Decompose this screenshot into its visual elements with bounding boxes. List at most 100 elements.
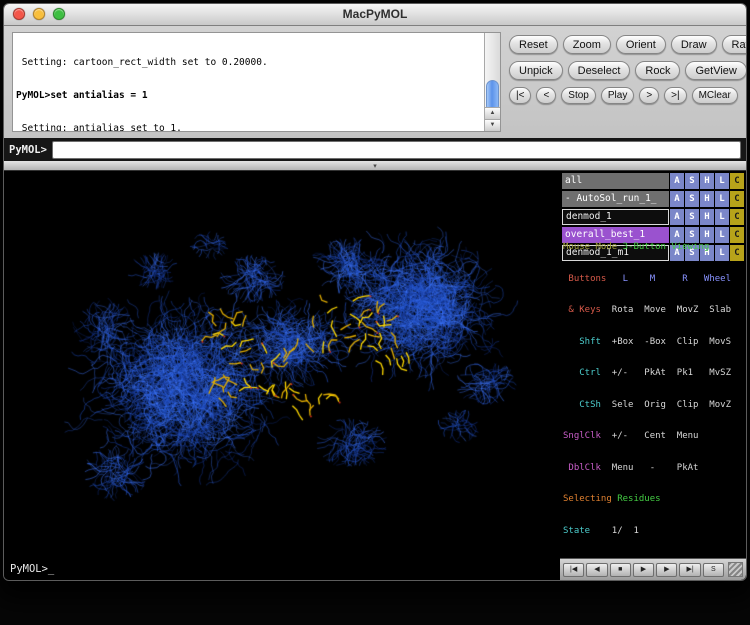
macpymol-window: MacPyMOL Setting: cartoon_rect_width set… [3,3,747,581]
minimize-button[interactable] [33,8,45,20]
mouse-ctsh-line: CtSh Sele Orig Clip MovZ [563,400,745,411]
console-line: PyMOL>set antialias = 1 [16,90,481,101]
desktop-background: { "window": { "title": "MacPyMOL" }, "co… [0,0,750,625]
mouse-panel-text: & Keys [563,305,606,315]
mouse-panel-text: Shft [563,337,606,347]
step-back-button[interactable]: < [536,87,556,104]
reset-button[interactable]: Reset [509,35,558,54]
movie-stop-button[interactable]: ■ [610,563,631,577]
end-button[interactable]: >| [664,87,686,104]
zoom-button[interactable]: Zoom [563,35,611,54]
main-area: all A S H L C - AutoSol_run_1_ A S H L C… [4,171,746,558]
object-row: all A S H L C [562,173,744,189]
mouse-shift-line: Shft +Box -Box Clip MovS [563,337,745,348]
mouse-panel-text: +Box -Box Clip MovS [606,337,731,347]
rock-button[interactable]: Rock [635,61,680,80]
console-text: Setting: cartoon_rect_width set to 0.200… [13,33,484,131]
command-row: PyMOL> [4,138,746,161]
selecting-mode-line[interactable]: Selecting Residues [563,494,745,505]
close-button[interactable] [13,8,25,20]
object-name-autosol-run[interactable]: - AutoSol_run_1_ [562,191,669,207]
show-button[interactable]: S [685,191,699,207]
zoom-window-button[interactable] [53,8,65,20]
command-input[interactable] [52,141,741,159]
movie-play-button[interactable]: ▶ [633,563,654,577]
movie-end-button[interactable]: ▶| [679,563,700,577]
toolbar-row-1: Reset Zoom Orient Draw Ray [509,35,741,54]
movie-back-button[interactable]: ◀ [586,563,607,577]
object-row: - AutoSol_run_1_ A S H L C [562,191,744,207]
viewport-prompt: PyMOL>_ [4,558,560,580]
console-line: Setting: antialias set to 1. [16,123,481,131]
mouse-mode-line[interactable]: Mouse Mode 3-Button Viewing [563,242,745,253]
mouse-panel-text: +/- PkAt Pk1 MvSZ [606,368,731,378]
molecule-canvas[interactable] [4,171,560,559]
deselect-button[interactable]: Deselect [568,61,631,80]
mouse-panel-text: Ctrl [563,368,606,378]
bottom-bar: PyMOL>_ |◀ ◀ ■ ▶ ▶ ▶| S [4,558,746,580]
splitter-handle-icon: ▾ [373,163,377,170]
mouse-panel-text: Rota Move MovZ Slab [606,305,731,315]
mouse-panel-text: State [563,526,596,536]
console-scrollbar[interactable]: ▲ ▼ [484,33,500,131]
movie-forward-button[interactable]: ▶ [656,563,677,577]
mouse-panel-text: Selecting [563,494,617,504]
color-button[interactable]: C [730,191,744,207]
mouse-panel-text: 3-Button Viewing [623,242,710,252]
pane-splitter[interactable]: ▾ [4,161,746,171]
mouse-panel-text: SnglClk [563,431,606,441]
mouse-ctrl-line: Ctrl +/- PkAt Pk1 MvSZ [563,368,745,379]
movie-controls: |◀ ◀ ■ ▶ ▶ ▶| S [560,558,746,580]
orient-button[interactable]: Orient [616,35,666,54]
label-button[interactable]: L [715,173,729,189]
draw-button[interactable]: Draw [671,35,717,54]
toolbar-row-2: Unpick Deselect Rock GetView [509,61,741,80]
resize-grip[interactable] [728,562,743,577]
mouse-panel-text: Menu - PkAt [606,463,698,473]
scrollbar-arrows: ▲ ▼ [485,107,500,131]
step-forward-button[interactable]: > [639,87,659,104]
mouse-panel-text: Sele Orig Clip MovZ [606,400,731,410]
console-line: Setting: cartoon_rect_width set to 0.200… [16,57,481,68]
hide-button[interactable]: H [700,173,714,189]
mouse-panel-text: 1/ 1 [596,526,639,536]
label-button[interactable]: L [715,191,729,207]
hide-button[interactable]: H [700,191,714,207]
movie-scene-button[interactable]: S [703,563,724,577]
mouse-mode-panel: Mouse Mode 3-Button Viewing Buttons L M … [563,221,745,557]
mouse-keys-line: & Keys Rota Move MovZ Slab [563,305,745,316]
rewind-button[interactable]: |< [509,87,531,104]
action-button[interactable]: A [670,173,684,189]
play-button[interactable]: Play [601,87,634,104]
stop-button[interactable]: Stop [561,87,596,104]
command-prompt-label: PyMOL> [9,144,47,156]
viewport-area [4,171,560,558]
mouse-snglclk-line: SnglClk +/- Cent Menu [563,431,745,442]
mouse-buttons-line: Buttons L M R Wheel [563,274,745,285]
window-title: MacPyMOL [4,4,746,25]
window-controls [13,8,65,20]
mouse-dblclk-line: DblClk Menu - PkAt [563,463,745,474]
object-name-all[interactable]: all [562,173,669,189]
state-line[interactable]: State 1/ 1 [563,526,745,537]
scroll-up-button[interactable]: ▲ [485,107,500,119]
toolbar-row-3: |< < Stop Play > >| MClear [509,87,741,104]
mouse-panel-text: Buttons [563,274,612,284]
title-bar[interactable]: MacPyMOL [4,4,746,26]
mouse-panel-text: Residues [617,494,660,504]
color-button[interactable]: C [730,173,744,189]
action-button[interactable]: A [670,191,684,207]
ray-button[interactable]: Ray [722,35,747,54]
object-panel: all A S H L C - AutoSol_run_1_ A S H L C… [560,171,746,558]
mouse-panel-text: +/- Cent Menu [606,431,698,441]
movie-rewind-button[interactable]: |◀ [563,563,584,577]
scroll-down-button[interactable]: ▼ [485,119,500,131]
unpick-button[interactable]: Unpick [509,61,563,80]
mouse-panel-text: Mouse Mode [563,242,623,252]
show-button[interactable]: S [685,173,699,189]
mouse-panel-text: L M R Wheel [612,274,731,284]
mclear-button[interactable]: MClear [692,87,738,104]
toolbar: Reset Zoom Orient Draw Ray Unpick Desele… [509,35,741,111]
console-log: Setting: cartoon_rect_width set to 0.200… [12,32,501,132]
getview-button[interactable]: GetView [685,61,746,80]
